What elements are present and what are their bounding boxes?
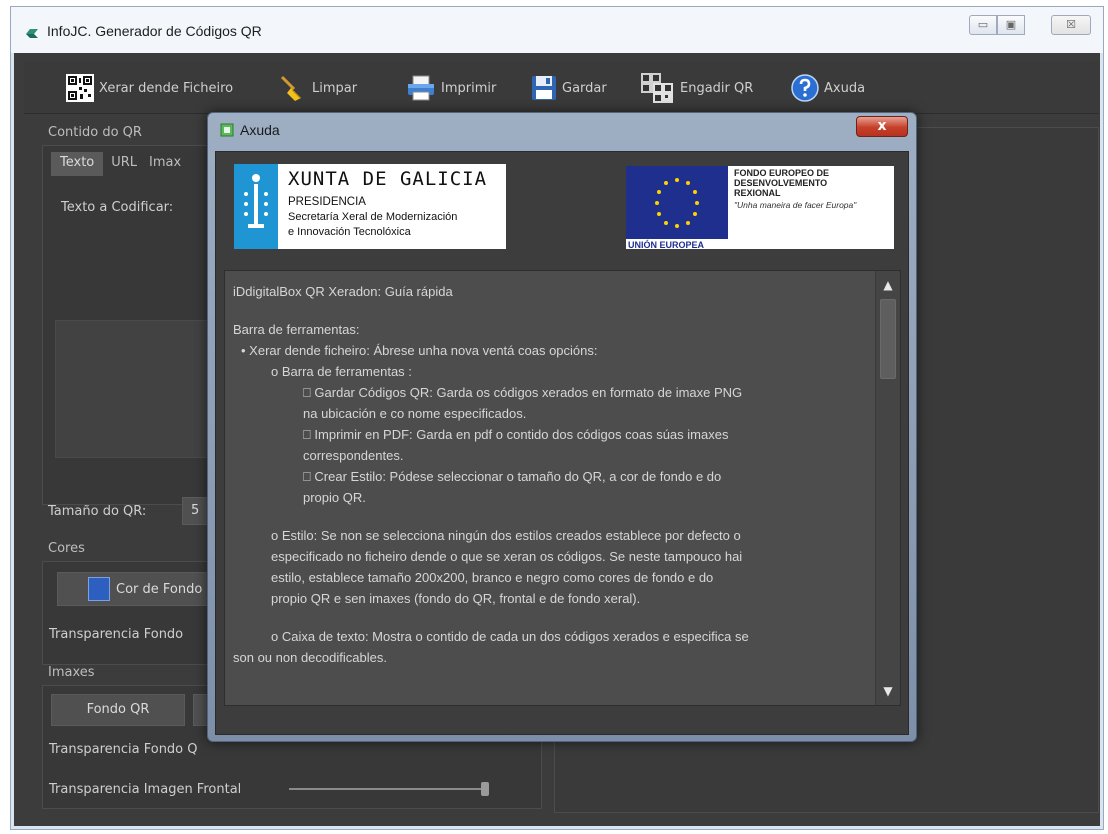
scroll-up-icon[interactable]: ▲ (878, 275, 898, 295)
front-transparency-slider-handle[interactable] (481, 782, 489, 796)
xunta-name: XUNTA DE GALICIA (288, 168, 488, 190)
help-icon (791, 74, 819, 102)
help-line: son ou non decodificables. (233, 650, 387, 665)
app-logo-icon (26, 29, 38, 38)
eu-flag-icon (626, 166, 728, 239)
front-transparency-slider-track[interactable] (289, 788, 489, 790)
toolbar-generate-label: Xerar dende Ficheiro (99, 80, 234, 96)
toolbar-clear-label: Limpar (312, 80, 358, 96)
help-line: Barra de ferramentas: (233, 322, 360, 337)
xunta-line1: PRESIDENCIA (288, 196, 366, 208)
bg-transparency-label: Transparencia Fondo (49, 627, 184, 642)
xunta-line3: e Innovación Tecnolóxica (288, 226, 411, 238)
toolbar-generate-from-file[interactable]: Xerar dende Ficheiro (66, 74, 234, 102)
help-line: o Barra de ferramentas : (271, 364, 412, 379)
help-line: ⎕ Gardar Códigos QR: Garda os códigos xe… (303, 385, 743, 400)
help-line: iDdigitalBox QR Xeradon: Guía rápida (233, 284, 453, 299)
colors-group-label: Cores (48, 541, 85, 556)
tab-url[interactable]: URL (103, 152, 145, 176)
toolbar: Xerar dende Ficheiro Limpar Imprimir Gar… (24, 61, 1099, 114)
front-transparency-label: Transparencia Imagen Frontal (49, 782, 242, 797)
color-swatch-icon (88, 577, 110, 601)
printer-icon (408, 75, 434, 101)
text-to-encode-label: Texto a Codificar: (61, 200, 174, 215)
xunta-de-galicia-logo: XUNTA DE GALICIA PRESIDENCIA Secretaría … (234, 164, 506, 249)
help-line: ⎕ Imprimir en PDF: Garda en pdf o contid… (303, 427, 729, 442)
toolbar-print-label: Imprimir (441, 80, 497, 96)
broom-icon (280, 75, 301, 101)
dialog-app-icon (220, 123, 234, 137)
toolbar-clear[interactable]: Limpar (279, 75, 357, 101)
content-group-label: Contido do QR (48, 125, 142, 140)
help-line: correspondentes. (303, 448, 404, 463)
window-title: InfoJC. Generador de Códigos QR (47, 23, 262, 39)
qr-size-label: Tamaño do QR: (48, 504, 147, 519)
bg-qr-transparency-label: Transparencia Fondo Q (49, 742, 198, 757)
help-line: ⎕ Crear Estilo: Pódese seleccionar o tam… (303, 469, 722, 484)
help-line: • Xerar dende ficheiro: Ábrese unha nova… (241, 343, 598, 358)
toolbar-add-qr-label: Engadir QR (680, 80, 754, 96)
qr-code-icon (66, 74, 94, 102)
bg-qr-button[interactable]: Fondo QR (51, 694, 185, 726)
floppy-disk-icon (532, 76, 556, 100)
eu-line1: FONDO EUROPEO DE (734, 168, 830, 178)
tab-text[interactable]: Texto (51, 152, 104, 176)
scrollbar-thumb[interactable] (880, 299, 896, 379)
help-line: propio QR e sen imaxes (fondo do QR, fro… (271, 591, 641, 606)
xunta-emblem-icon (234, 164, 278, 249)
eu-footer: UNIÓN EUROPEA (628, 240, 705, 250)
help-text-area[interactable]: iDdigitalBox QR Xeradon: Guía rápida Bar… (224, 270, 901, 706)
content-tabs: Texto URL Imax (51, 152, 185, 176)
help-text: iDdigitalBox QR Xeradon: Guía rápida Bar… (225, 271, 865, 668)
minimize-button[interactable]: ▭ (969, 15, 997, 35)
toolbar-help[interactable]: Axuda (791, 74, 866, 102)
toolbar-help-label: Axuda (824, 80, 866, 96)
help-dialog: Axuda x XUNTA DE GALICIA PRESIDENCIA Sec… (207, 112, 917, 742)
eu-tagline: "Unha maneira de facer Europa" (734, 200, 857, 210)
dialog-title: Axuda (240, 122, 280, 138)
help-blank-line (233, 508, 865, 525)
bg-color-button-label: Cor de Fondo (116, 581, 203, 597)
xunta-line2: Secretaría Xeral de Modernización (288, 211, 458, 223)
help-scrollbar[interactable]: ▲ ▼ (875, 271, 900, 705)
help-line: especificado no ficheiro dende o que se … (271, 549, 743, 564)
dialog-close-button[interactable]: x (856, 116, 908, 137)
toolbar-add-qr[interactable]: Engadir QR (641, 73, 754, 103)
scroll-down-icon[interactable]: ▼ (878, 681, 898, 701)
maximize-button[interactable]: ▣ (997, 15, 1025, 35)
add-qr-icon (641, 73, 673, 103)
title-bar: InfoJC. Generador de Códigos QR ▭ ▣ ☒ (11, 7, 1103, 53)
toolbar-save-label: Gardar (562, 80, 607, 96)
help-line: estilo, establece tamaño 200x200, branco… (271, 570, 714, 585)
help-blank-line (233, 609, 865, 626)
eu-line3: REXIONAL (734, 188, 781, 198)
help-line: o Estilo: Se non se selecciona ningún do… (271, 528, 741, 543)
eu-fund-logo: UNIÓN EUROPEA FONDO EUROPEO DE DESENVOLV… (626, 166, 894, 250)
tab-image[interactable]: Imax (145, 152, 185, 176)
dialog-body: XUNTA DE GALICIA PRESIDENCIA Secretaría … (215, 151, 909, 735)
help-blank-line (233, 302, 865, 319)
toolbar-save[interactable]: Gardar (531, 75, 607, 101)
toolbar-print[interactable]: Imprimir (406, 75, 496, 101)
images-group-label: Imaxes (48, 665, 95, 680)
help-line: propio QR. (303, 490, 366, 505)
eu-line2: DESENVOLVEMENTO (734, 178, 828, 188)
help-line: na ubicación e co nome especificados. (303, 406, 527, 421)
close-window-button[interactable]: ☒ (1051, 15, 1091, 35)
help-line: o Caixa de texto: Mostra o contido de ca… (271, 629, 749, 644)
